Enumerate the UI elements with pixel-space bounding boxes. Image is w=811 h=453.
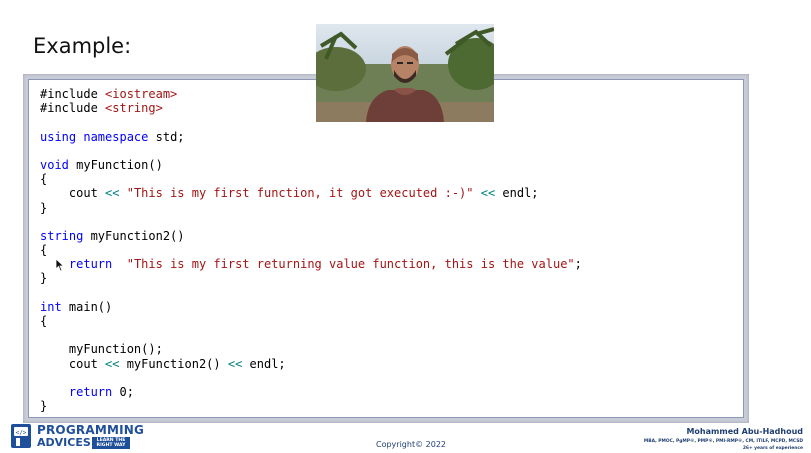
code-token: } [40,271,48,286]
code-token: void [40,157,69,172]
code-token: cout [40,186,106,201]
code-token: #include [40,87,106,101]
code-token: namespace [83,129,149,144]
presenter-video-frame [316,24,494,122]
logo-title: PROGRAMMING [37,423,145,437]
code-token: endl; [495,186,539,201]
svg-text:</>: </> [16,430,27,437]
code-token: string [40,228,84,243]
code-token: << [480,186,496,201]
code-token: } [40,200,48,215]
code-token: myFunction(); [40,342,163,357]
author-block: Mohammed Abu-Hadhoud MBA, PMOC, PgMP®, P… [644,426,803,451]
author-name: Mohammed Abu-Hadhoud [686,427,803,436]
code-line: cout << myFunction2() << endl; [40,357,743,371]
code-token: myFunction() [68,157,163,172]
code-line: return 0; [40,385,743,399]
code-token: << [105,356,120,371]
code-token: << [227,356,243,371]
code-line: } [40,399,743,413]
code-line: string myFunction2() [40,229,743,243]
code-line: myFunction(); [40,342,743,356]
copyright-text: Copyright© 2022 [376,440,446,449]
code-token: "This is my first function, it got execu… [126,186,474,201]
code-token: myFunction2() [119,356,228,371]
code-token: int [40,299,62,314]
logo-tagline: LEARN THE RIGHT WAY [92,437,130,450]
author-experience: 26+ years of experience [742,446,803,451]
code-line: { [40,243,743,257]
programming-advices-logo-icon: </> [11,424,31,448]
code-token: { [40,243,48,258]
code-token: <iostream> [105,87,178,101]
programming-advices-logo[interactable]: </> PROGRAMMING ADVICES LEARN THE RIGHT … [10,423,144,450]
code-token: ; [574,257,582,272]
code-line: return "This is my first returning value… [40,257,743,271]
code-line: cout << "This is my first function, it g… [40,186,743,200]
code-line: } [40,271,743,285]
code-line: { [40,172,743,186]
mouse-pointer-icon [55,258,65,272]
code-token: return [68,257,113,272]
code-token: main() [61,299,113,314]
code-line: using namespace std; [40,130,743,144]
code-token: #include [40,101,106,116]
code-token: { [40,172,48,187]
code-token: 0; [112,384,134,399]
logo-subtitle: ADVICES [37,436,91,449]
code-token: } [40,399,48,414]
code-token: cout [40,356,106,371]
code-token: << [105,186,120,201]
code-token: endl; [242,356,286,371]
code-token: <string> [105,101,163,116]
code-editor: #include <iostream> #include <string> usin… [28,79,744,418]
code-token: using [40,129,77,144]
author-credentials: MBA, PMOC, PgMP®, PMP®, PMI-RMP®, CM, IT… [643,439,803,444]
code-line: void myFunction() [40,158,743,172]
code-line: } [40,201,743,215]
code-token: return [68,384,113,399]
code-token: myFunction2() [83,228,185,243]
code-panel-frame: #include <iostream> #include <string> usin… [23,74,749,423]
code-token: "This is my first returning value functi… [126,257,575,272]
presenter-video[interactable] [316,24,494,122]
code-line: { [40,314,743,328]
code-token: { [40,314,48,328]
slide-title: Example: [33,34,132,58]
code-token: std; [148,129,185,144]
code-line: int main() [40,300,743,314]
